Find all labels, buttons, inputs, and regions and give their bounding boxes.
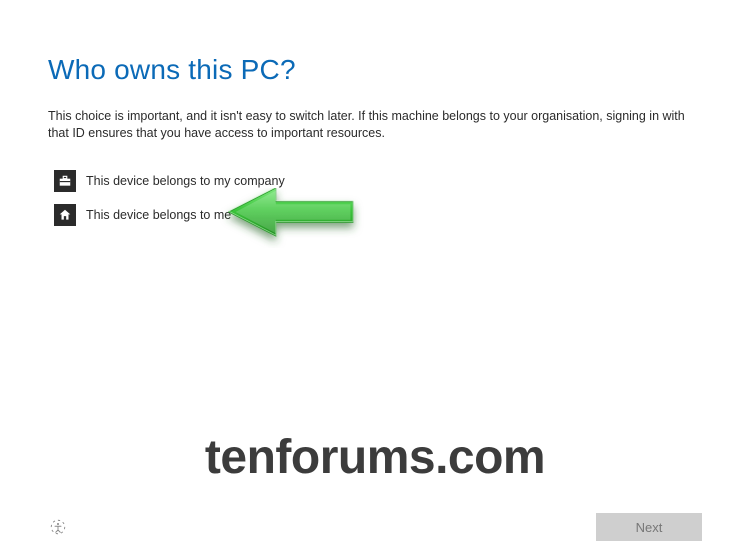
bottom-bar: Next xyxy=(48,510,702,544)
next-button[interactable]: Next xyxy=(596,513,702,541)
option-company-label: This device belongs to my company xyxy=(86,174,285,188)
setup-screen: Who owns this PC? This choice is importa… xyxy=(0,0,750,554)
watermark-text: tenforums.com xyxy=(0,430,750,485)
page-description: This choice is important, and it isn't e… xyxy=(48,108,702,142)
option-personal[interactable]: This device belongs to me xyxy=(54,204,285,226)
ownership-options: This device belongs to my company This d… xyxy=(54,170,285,226)
home-icon xyxy=(54,204,76,226)
option-personal-label: This device belongs to me xyxy=(86,208,231,222)
option-company[interactable]: This device belongs to my company xyxy=(54,170,285,192)
page-title: Who owns this PC? xyxy=(48,54,296,86)
accessibility-icon[interactable] xyxy=(48,517,68,537)
briefcase-icon xyxy=(54,170,76,192)
